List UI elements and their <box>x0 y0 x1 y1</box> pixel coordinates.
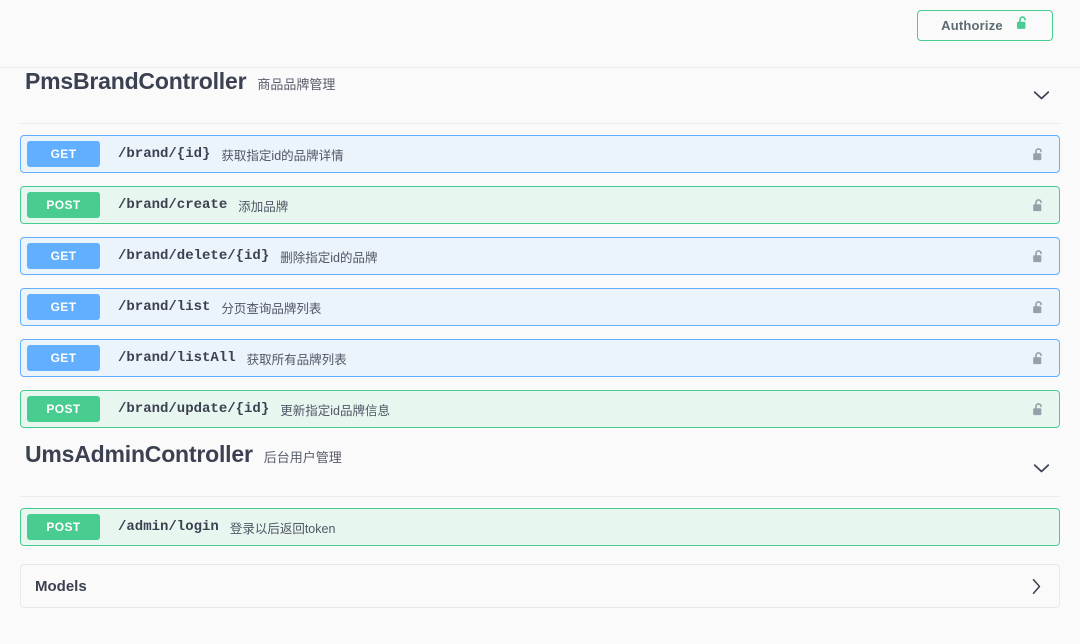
models-title: Models <box>35 577 87 595</box>
operation-path: /brand/delete/{id} <box>118 248 270 264</box>
method-badge: GET <box>27 345 100 371</box>
operation-row[interactable]: POST /brand/create 添加品牌 <box>20 186 1060 224</box>
unlock-icon[interactable] <box>1030 196 1046 214</box>
operation-summary: 获取指定id的品牌详情 <box>221 148 344 163</box>
chevron-down-icon[interactable] <box>1030 458 1052 480</box>
method-badge: POST <box>27 514 100 540</box>
operation-row[interactable]: GET /brand/list 分页查询品牌列表 <box>20 288 1060 326</box>
tag-header-pmsbrandcontroller[interactable]: PmsBrandController 商品品牌管理 <box>20 68 1060 124</box>
authorize-button-label: Authorize <box>941 18 1003 33</box>
chevron-right-icon[interactable] <box>1025 575 1047 597</box>
operation-path: /admin/login <box>118 519 219 535</box>
tag-description: 商品品牌管理 <box>257 77 336 92</box>
operation-path: /brand/listAll <box>118 350 236 366</box>
tag-section-pmsbrandcontroller: PmsBrandController 商品品牌管理 GET /brand/{id… <box>20 68 1060 428</box>
tag-section-umsadmincontroller: UmsAdminController 后台用户管理 POST /admin/lo… <box>20 441 1060 546</box>
bottom-spacer <box>20 608 1060 632</box>
api-content: PmsBrandController 商品品牌管理 GET /brand/{id… <box>0 68 1080 632</box>
operation-summary: 删除指定id的品牌 <box>280 250 378 265</box>
operation-row[interactable]: POST /admin/login 登录以后返回token <box>20 508 1060 546</box>
method-badge: GET <box>27 243 100 269</box>
tag-title: PmsBrandController <box>25 68 247 94</box>
operation-row[interactable]: POST /brand/update/{id} 更新指定id品牌信息 <box>20 390 1060 428</box>
models-section-header[interactable]: Models <box>20 564 1060 608</box>
operation-path: /brand/{id} <box>118 146 211 162</box>
operation-row[interactable]: GET /brand/delete/{id} 删除指定id的品牌 <box>20 237 1060 275</box>
unlock-icon[interactable] <box>1030 145 1046 163</box>
tag-header-umsadmincontroller[interactable]: UmsAdminController 后台用户管理 <box>20 441 1060 497</box>
tag-title: UmsAdminController <box>25 441 253 467</box>
unlock-icon[interactable] <box>1030 400 1046 418</box>
authorize-button[interactable]: Authorize <box>917 10 1053 41</box>
unlock-icon[interactable] <box>1030 298 1046 316</box>
chevron-down-icon[interactable] <box>1030 85 1052 107</box>
operation-row[interactable]: GET /brand/{id} 获取指定id的品牌详情 <box>20 135 1060 173</box>
operation-list-pmsbrandcontroller: GET /brand/{id} 获取指定id的品牌详情 POST /brand/… <box>20 124 1060 428</box>
unlock-icon[interactable] <box>1030 349 1046 367</box>
authorize-bar: Authorize <box>0 0 1080 68</box>
method-badge: GET <box>27 141 100 167</box>
operation-summary: 分页查询品牌列表 <box>221 301 322 316</box>
operation-summary: 更新指定id品牌信息 <box>280 403 390 418</box>
operation-summary: 添加品牌 <box>238 199 289 214</box>
operation-path: /brand/update/{id} <box>118 401 270 417</box>
unlock-icon[interactable] <box>1030 247 1046 265</box>
method-badge: POST <box>27 192 100 218</box>
operation-summary: 登录以后返回token <box>229 521 336 536</box>
swagger-ui-page: Authorize PmsBrandController 商品品牌管理 GET … <box>0 0 1080 644</box>
operation-path: /brand/list <box>118 299 211 315</box>
method-badge: GET <box>27 294 100 320</box>
operation-row[interactable]: GET /brand/listAll 获取所有品牌列表 <box>20 339 1060 377</box>
operation-list-umsadmincontroller: POST /admin/login 登录以后返回token <box>20 497 1060 546</box>
tag-description: 后台用户管理 <box>263 450 342 465</box>
operation-path: /brand/create <box>118 197 228 213</box>
operation-summary: 获取所有品牌列表 <box>246 352 347 367</box>
unlock-icon <box>1016 15 1029 36</box>
method-badge: POST <box>27 396 100 422</box>
